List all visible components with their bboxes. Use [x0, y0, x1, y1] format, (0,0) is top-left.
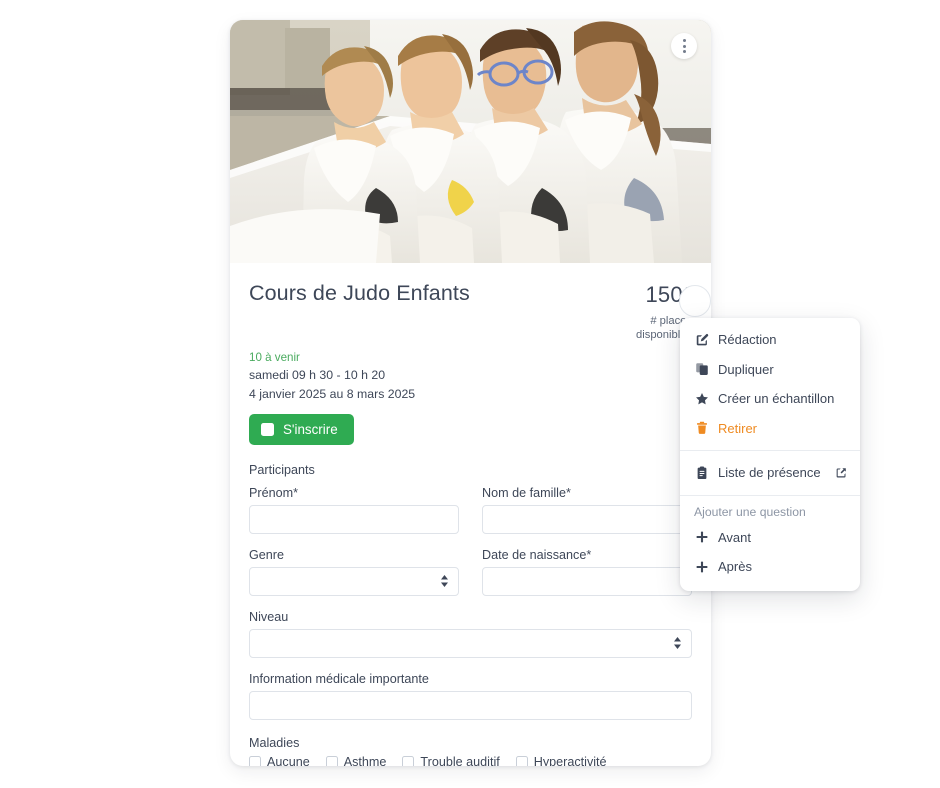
menu-divider: [680, 450, 860, 451]
menu-item-ajouter-avant[interactable]: Avant: [680, 523, 860, 553]
menu-item-ajouter-apres[interactable]: Après: [680, 552, 860, 582]
copy-icon: [694, 362, 709, 376]
gender-field-group: Genre: [249, 548, 459, 596]
gender-birthdate-row: Genre Date de naissance*: [249, 548, 692, 596]
medical-field-group: Information médicale importante: [249, 672, 692, 720]
medical-input[interactable]: [249, 690, 692, 720]
checkbox-hyperactivite[interactable]: Hyperactivité: [515, 754, 607, 766]
firstname-field-group: Prénom*: [249, 486, 459, 534]
lastname-label: Nom de famille*: [482, 485, 571, 500]
checkbox-asthme[interactable]: Asthme: [325, 754, 387, 766]
maladies-label: Maladies: [249, 735, 300, 750]
firstname-input[interactable]: [249, 504, 459, 534]
upcoming-count: 10 à venir: [249, 350, 300, 364]
checkbox-icon: [261, 422, 274, 436]
screen: Cours de Judo Enfants 150$ # places disp…: [0, 0, 940, 788]
lastname-input[interactable]: [482, 504, 692, 534]
level-select[interactable]: [249, 628, 692, 658]
menu-item-liste-de-presence[interactable]: Liste de présence: [680, 458, 860, 488]
course-meta: 10 à venir samedi 09 h 30 - 10 h 20 4 ja…: [249, 350, 692, 403]
menu-item-label: Rédaction: [718, 332, 777, 347]
menu-item-dupliquer[interactable]: Dupliquer: [680, 355, 860, 385]
plus-icon: [694, 530, 709, 544]
title-price-row: Cours de Judo Enfants 150$ # places disp…: [249, 281, 692, 343]
checkbox-label: Aucune: [267, 754, 310, 766]
price-amount: 150: [645, 282, 683, 307]
menu-item-retirer[interactable]: Retirer: [680, 414, 860, 444]
add-question-header: Ajouter une question: [694, 504, 806, 519]
level-label: Niveau: [249, 609, 289, 624]
gender-label: Genre: [249, 547, 285, 562]
checkbox-icon[interactable]: [515, 755, 528, 766]
checkbox-icon[interactable]: [402, 755, 415, 766]
checkbox-label: Asthme: [343, 754, 387, 766]
course-schedule: samedi 09 h 30 - 10 h 20: [249, 368, 386, 383]
menu-item-label: Liste de présence: [718, 465, 821, 480]
birthdate-label: Date de naissance*: [482, 547, 592, 562]
kebab-dot-icon: [682, 50, 686, 53]
gender-select[interactable]: [249, 566, 459, 596]
menu-item-label: Avant: [718, 529, 752, 545]
checkbox-trouble-auditif[interactable]: Trouble auditif: [402, 754, 500, 766]
checkbox-icon[interactable]: [325, 755, 338, 766]
kebab-dot-icon: [682, 44, 686, 48]
name-row: Prénom* Nom de famille*: [249, 486, 692, 534]
checkbox-icon[interactable]: [249, 755, 261, 766]
card-options-kebab-button[interactable]: [671, 33, 697, 59]
checkbox-aucune[interactable]: Aucune: [249, 755, 310, 766]
level-select-wrap: [249, 628, 692, 658]
course-date-range: 4 janvier 2025 au 8 mars 2025: [249, 386, 416, 401]
menu-item-label: Dupliquer: [718, 361, 774, 377]
birthdate-field-group: Date de naissance*: [482, 548, 692, 596]
menu-item-label: Créer un échantillon: [718, 391, 835, 406]
participants-section-label: Participants: [249, 462, 315, 477]
trash-icon: [694, 421, 709, 435]
page-title: Cours de Judo Enfants: [249, 281, 470, 305]
options-anchor-circle[interactable]: [679, 285, 711, 317]
firstname-label: Prénom*: [249, 485, 298, 500]
gender-select-wrap: [249, 566, 459, 596]
menu-divider: [680, 494, 860, 496]
plus-icon: [694, 560, 709, 574]
maladies-checkbox-group: Aucune Asthme Trouble auditif Hyperactiv…: [249, 755, 692, 766]
lastname-field-group: Nom de famille*: [482, 486, 692, 534]
menu-item-creer-echantillon[interactable]: Créer un échantillon: [680, 384, 860, 414]
menu-item-label: Après: [718, 559, 752, 574]
checkbox-label: Trouble auditif: [420, 754, 500, 766]
star-icon: [694, 392, 709, 406]
clipboard-icon: [694, 466, 709, 480]
maladies-row: Aucune Asthme Trouble auditif Hyperactiv…: [249, 755, 692, 766]
course-card: Cours de Judo Enfants 150$ # places disp…: [230, 20, 711, 766]
register-button-label: S'inscrire: [283, 421, 338, 437]
menu-item-label: Retirer: [718, 420, 758, 436]
register-button[interactable]: S'inscrire: [249, 413, 354, 445]
menu-item-redaction[interactable]: Rédaction: [680, 325, 860, 355]
medical-label: Information médicale importante: [249, 671, 429, 686]
external-link-icon: [835, 467, 847, 479]
course-context-menu: Rédaction Dupliquer Créer un échantillon: [680, 318, 860, 591]
kebab-dot-icon: [682, 39, 686, 42]
level-field-group: Niveau: [249, 610, 692, 658]
checkbox-label: Hyperactivité: [533, 754, 607, 766]
birthdate-input[interactable]: [482, 566, 692, 596]
pencil-square-icon: [694, 333, 709, 347]
course-photo: [230, 20, 711, 263]
card-body: Cours de Judo Enfants 150$ # places disp…: [230, 263, 711, 766]
